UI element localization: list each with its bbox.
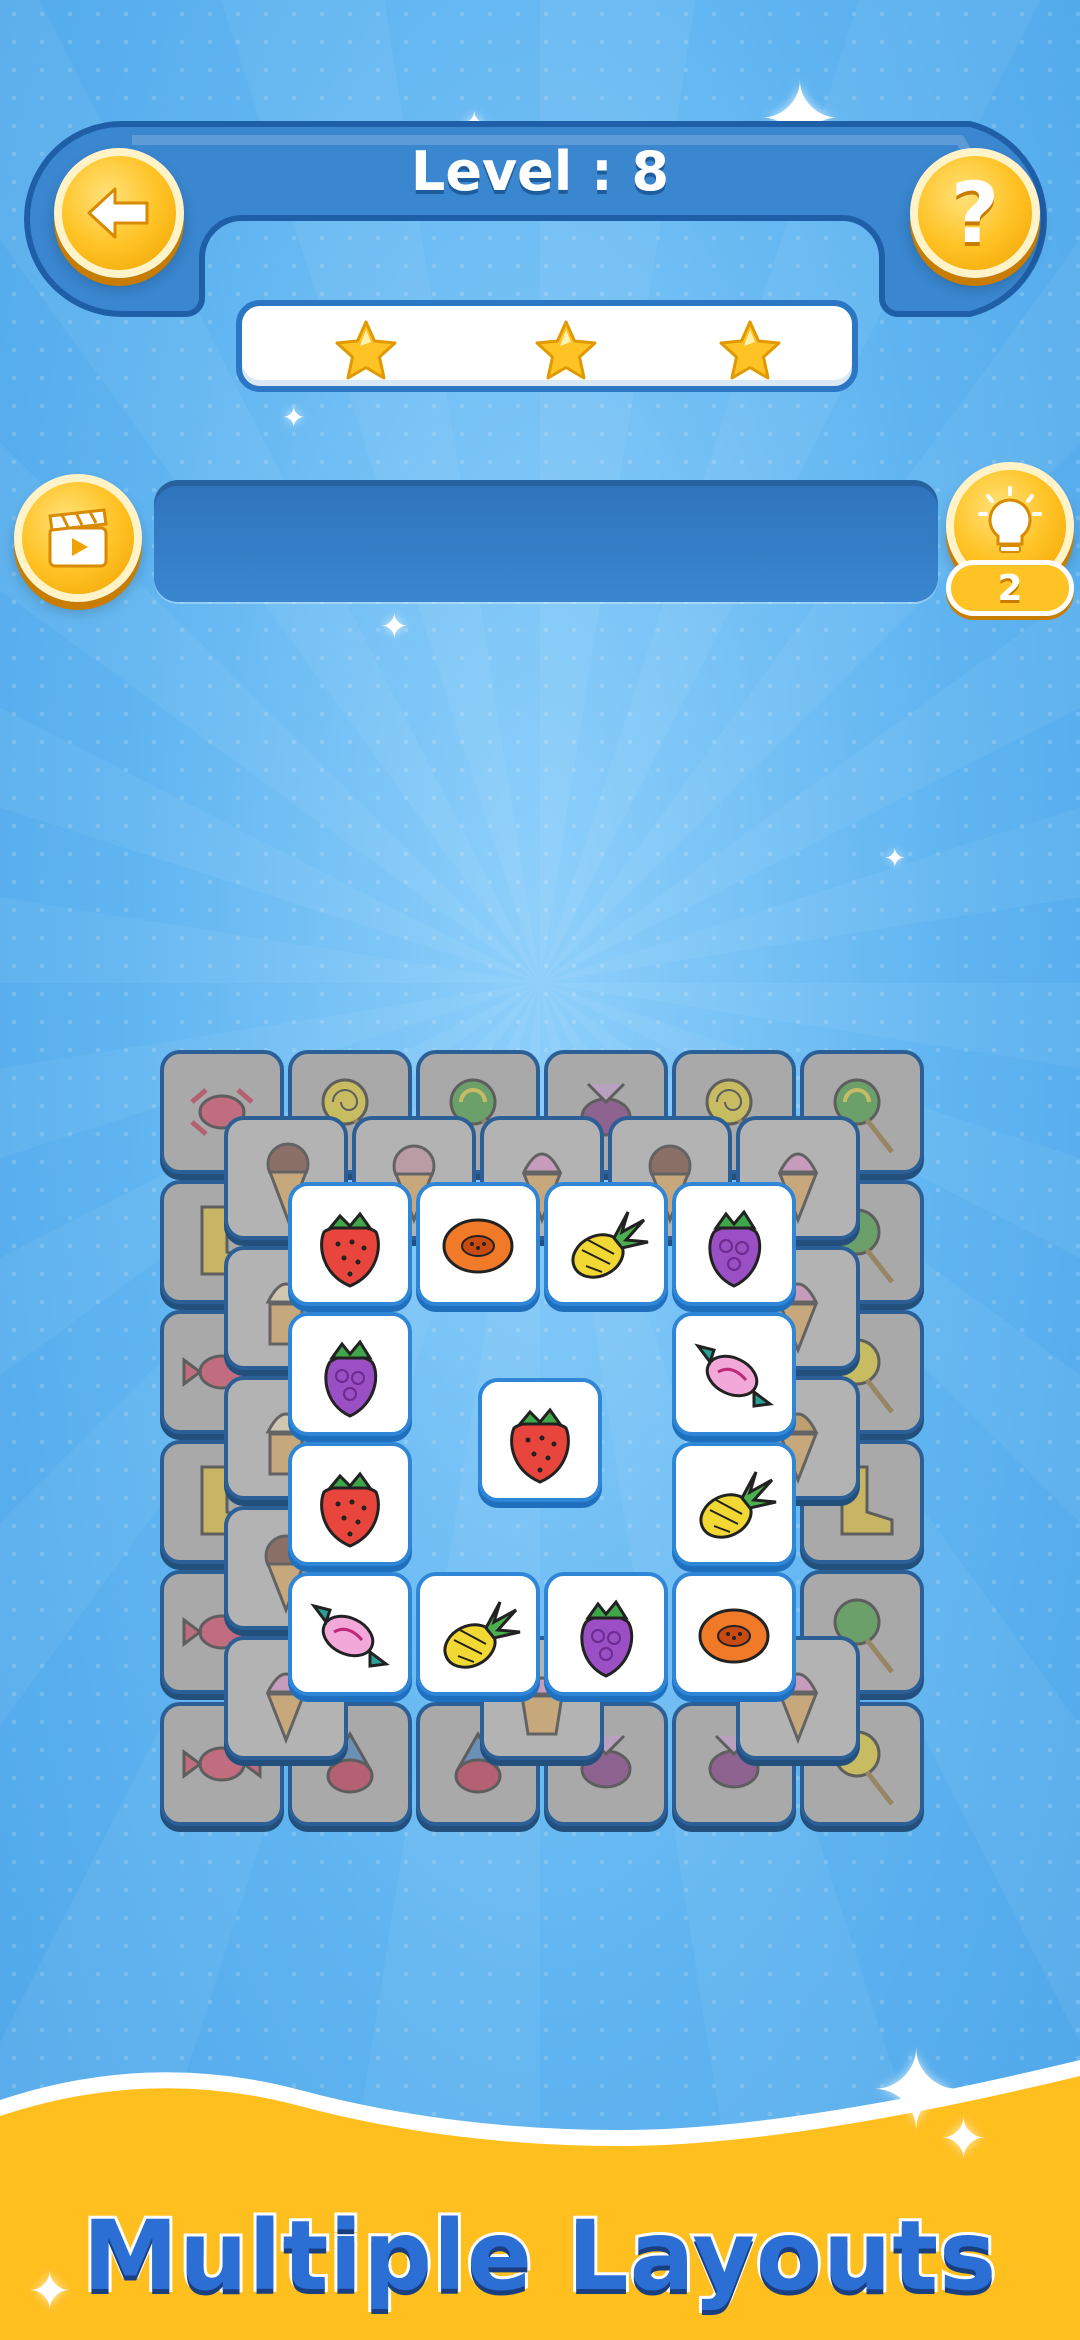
tile-strawberry[interactable] [288, 1182, 412, 1306]
tile-grapes[interactable] [672, 1182, 796, 1306]
strawberry-icon [320, 1471, 380, 1548]
papaya-icon [442, 1218, 514, 1274]
grapes-icon [324, 1339, 378, 1418]
tile-pineapple[interactable] [672, 1442, 796, 1566]
tile-strawberry[interactable] [288, 1442, 412, 1566]
pineapple-icon [443, 1601, 521, 1669]
candy-icon [694, 1343, 774, 1408]
pineapple-icon [571, 1211, 649, 1279]
strawberry-icon [510, 1407, 570, 1484]
game-board [0, 0, 1080, 2340]
tile-strawberry[interactable] [478, 1378, 602, 1502]
tile-grapes[interactable] [544, 1572, 668, 1696]
strawberry-icon [320, 1211, 380, 1288]
papaya-icon [698, 1608, 770, 1664]
pineapple-icon [699, 1471, 777, 1539]
grapes-icon [580, 1599, 634, 1678]
tile-candy[interactable] [288, 1572, 412, 1696]
candy-icon [310, 1603, 390, 1668]
tile-papaya[interactable] [672, 1572, 796, 1696]
tile-pineapple[interactable] [416, 1572, 540, 1696]
grapes-icon [708, 1209, 762, 1288]
banner-title: Multiple Layouts [80, 2197, 1000, 2315]
tile-papaya[interactable] [416, 1182, 540, 1306]
tile-pineapple[interactable] [544, 1182, 668, 1306]
sparkle-icon: ✦ [940, 2107, 987, 2172]
tile-grapes[interactable] [288, 1312, 412, 1436]
tile-candy[interactable] [672, 1312, 796, 1436]
